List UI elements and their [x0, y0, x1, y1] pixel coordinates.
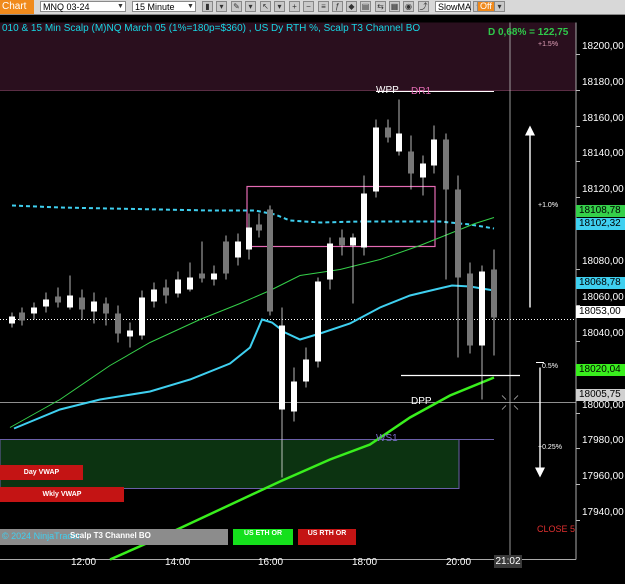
zoom-out-icon[interactable]: − [303, 1, 314, 12]
chevron-down-icon[interactable]: ▾ [216, 1, 227, 12]
ws1-band [0, 439, 460, 489]
chevron-down-icon[interactable]: ▾ [274, 1, 285, 12]
wpp-label: WPP [376, 85, 399, 96]
chart-trader-icon[interactable]: ⇆ [375, 1, 386, 12]
crosshair-price-tag: 18005,75 [576, 389, 625, 401]
pct-0-25-label: +0.25% [538, 444, 562, 451]
price-axis-label: 18080,00 [582, 256, 624, 267]
price-axis-label: 18000,00 [582, 400, 624, 411]
pct-1-0-label: +1.0% [538, 202, 559, 209]
instrument-value: MNQ 03-24 [43, 2, 90, 12]
us-rth-or-button[interactable]: US RTH OR [298, 529, 356, 545]
chart-title: 010 & 15 Min Scalp (M)NQ March 05 (1%=18… [2, 23, 421, 34]
price-axis-label: 17940,00 [582, 507, 624, 518]
pct-1-5-label: +1.5% [538, 41, 559, 48]
dpp-label: DPP [411, 396, 432, 407]
lime-ma-price-tag: 18020,04 [576, 364, 625, 376]
scalp-t3-label: Scalp T3 Channel BO [70, 531, 151, 540]
cyan-ma-line [13, 284, 495, 430]
time-axis-label: 16:00 [258, 557, 284, 568]
price-axis-label: 18160,00 [582, 113, 624, 124]
interval-value: 15 Minute [135, 2, 175, 12]
daily-change-label: D 0,68% = 122,75 [488, 27, 569, 38]
last-price-tag: 18053,00 [576, 306, 625, 318]
chevron-down-icon[interactable]: ▾ [245, 1, 256, 12]
price-axis-label: 17980,00 [582, 435, 624, 446]
cyan-ma-price-tag: 18068,78 [576, 277, 625, 289]
price-axis-label: 18120,00 [582, 184, 624, 195]
properties-icon[interactable]: ≡ [318, 1, 329, 12]
dashed-ma-line [11, 204, 495, 230]
time-axis-label: 20:00 [446, 557, 472, 568]
strategies-icon[interactable]: ◆ [346, 1, 357, 12]
price-axis-label: 18140,00 [582, 148, 624, 159]
chart-tab[interactable]: Chart [0, 0, 34, 14]
zoom-in-icon[interactable]: + [289, 1, 300, 12]
time-axis-label: 18:00 [352, 557, 378, 568]
chevron-down-icon: ▼ [117, 3, 124, 10]
dashed-ma-price-tag: 18102,32 [576, 218, 625, 230]
price-axis-label: 18060,00 [582, 292, 624, 303]
bar-style-icon[interactable]: ▮ [202, 1, 213, 12]
day-vwap-button[interactable]: Day VWAP [0, 465, 83, 480]
candles [9, 99, 497, 478]
time-axis-label: 12:00 [71, 557, 97, 568]
price-axis-label: 18200,00 [582, 41, 624, 52]
close-countdown-label: CLOSE 5 [537, 524, 576, 534]
price-axis-label: 18040,00 [582, 328, 624, 339]
current-time-tag: 21:02 [494, 555, 522, 568]
share-icon[interactable]: ⤴ [418, 1, 429, 12]
scalp-t3-button[interactable]: © 2024 NinjaTrader Scalp T3 Channel BO [0, 529, 228, 545]
wkly-vwap-button[interactable]: Wkly VWAP [0, 487, 124, 502]
indicators-icon[interactable]: ƒ [332, 1, 343, 12]
ws1-label: WS1 [376, 433, 398, 444]
chart-toolbar: Chart MNQ 03-24 ▼ 15 Minute ▼ ▮ ▾ ✎ ▾ ↖ … [0, 0, 625, 15]
chevron-down-icon: ▼ [187, 3, 194, 10]
off-toggle[interactable]: Off [477, 1, 495, 12]
templates-icon[interactable]: ▤ [360, 1, 371, 12]
data-box-icon[interactable]: ▦ [389, 1, 400, 12]
interval-selector[interactable]: 15 Minute ▼ [132, 1, 196, 12]
indicator-select[interactable]: SlowMA [435, 1, 471, 12]
dr1-label: DR1 [411, 86, 432, 97]
target-arrows [525, 125, 545, 478]
cursor-icon[interactable]: ↖ [260, 1, 271, 12]
us-eth-or-button[interactable]: US ETH OR [233, 529, 293, 545]
chevron-down-icon[interactable]: ▾ [494, 1, 505, 12]
time-axis-label: 14:00 [165, 557, 191, 568]
instrument-selector[interactable]: MNQ 03-24 ▼ [40, 1, 126, 12]
screenshot-icon[interactable]: ◉ [403, 1, 414, 12]
green-ma-price-tag: 18108,78 [576, 205, 625, 217]
pct-0-5-label: 0.5% [542, 363, 558, 370]
price-axis-label: 17960,00 [582, 471, 624, 482]
drawing-tools-icon[interactable]: ✎ [231, 1, 242, 12]
price-axis-label: 18180,00 [582, 77, 624, 88]
copyright-label: © 2024 NinjaTrader [2, 531, 81, 541]
